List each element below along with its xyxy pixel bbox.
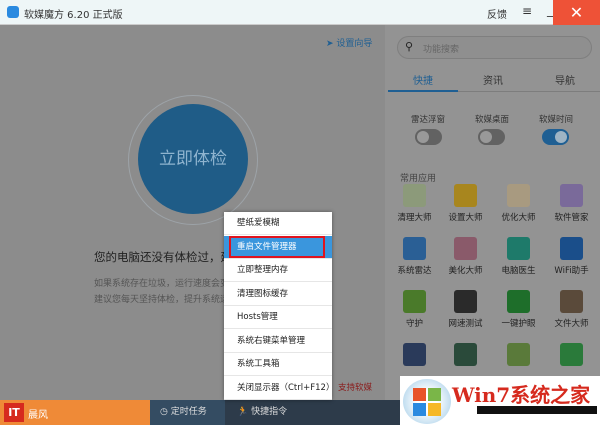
menu-item[interactable]: Hosts管理: [224, 306, 332, 329]
time-toggle[interactable]: [542, 129, 569, 145]
app-icon: [403, 237, 426, 260]
app-tile[interactable]: WiFi助手: [545, 237, 598, 276]
setup-guide-link[interactable]: ➤ 设置向导: [326, 36, 372, 49]
toggle-label: 软媒时间: [538, 115, 573, 125]
app-tile[interactable]: 美化大师: [439, 237, 492, 276]
app-tile[interactable]: 守护: [388, 290, 441, 329]
runner-icon: 🏃: [237, 407, 252, 417]
support-link[interactable]: 支持软媒: [338, 381, 372, 393]
app-label: WiFi助手: [554, 266, 589, 276]
app-tile[interactable]: 清理大师: [388, 184, 441, 223]
tab-news[interactable]: 资讯: [458, 72, 528, 87]
watermark-url-bar: [477, 406, 597, 414]
app-icon: [507, 343, 530, 366]
app-tile[interactable]: 文件大师: [545, 290, 598, 329]
app-tile[interactable]: 软件管家: [545, 184, 598, 223]
search-input[interactable]: ⚲ 功能搜索: [397, 36, 592, 59]
toggle-label: 软媒桌面: [474, 115, 509, 125]
check-now-button[interactable]: 立即体检: [138, 104, 248, 214]
quick-commands-button[interactable]: 🏃 快捷指令: [225, 400, 287, 425]
app-label: 系统雷达: [397, 266, 432, 276]
app-tile[interactable]: [492, 343, 545, 370]
highlight-box: [229, 236, 325, 258]
app-icon: [507, 184, 530, 207]
app-icon: [454, 290, 477, 313]
app-tile[interactable]: 设置大师: [439, 184, 492, 223]
app-icon: [560, 237, 583, 260]
app-tile[interactable]: 系统雷达: [388, 237, 441, 276]
app-label: 优化大师: [501, 213, 536, 223]
app-icon: [560, 290, 583, 313]
app-tile[interactable]: 一键护眼: [492, 290, 545, 329]
setup-guide-label: 设置向导: [336, 39, 373, 49]
window-title: 软媒魔方 6.20 正式版: [24, 10, 123, 21]
app-icon: [454, 343, 477, 366]
app-logo-icon: [7, 6, 19, 18]
watermark: Win7系统之家: [400, 376, 600, 425]
app-icon: [560, 343, 583, 366]
app-tile[interactable]: [388, 343, 441, 370]
desktop-toggle[interactable]: [478, 129, 505, 145]
tab-nav[interactable]: 导航: [530, 72, 600, 87]
app-tile[interactable]: [545, 343, 598, 370]
scheduled-tasks-button[interactable]: ◷ 定时任务: [150, 400, 225, 425]
app-icon: [507, 237, 530, 260]
menu-item[interactable]: 清理图标缓存: [224, 283, 332, 306]
app-label: 清理大师: [397, 213, 432, 223]
status-sub-1: 如果系统存在垃圾，运行速度会变慢: [94, 279, 239, 289]
status-message: 您的电脑还没有体检过，建: [94, 250, 232, 264]
app-icon: [454, 184, 477, 207]
feedback-button[interactable]: 反馈: [487, 6, 507, 21]
close-icon[interactable]: ✕: [553, 0, 600, 25]
app-icon: [403, 343, 426, 366]
watermark-text: Win7系统之家: [452, 383, 591, 407]
app-label: 电脑医生: [501, 266, 536, 276]
menu-item[interactable]: 立即整理内存: [224, 259, 332, 282]
app-label: 守护: [405, 319, 423, 329]
app-tile[interactable]: 网速测试: [439, 290, 492, 329]
apps-heading: 常用应用: [400, 174, 437, 184]
menu-item[interactable]: 壁纸爱模糊: [224, 212, 332, 235]
menu-item[interactable]: 系统工具箱: [224, 353, 332, 376]
app-tile[interactable]: [439, 343, 492, 370]
app-icon: [454, 237, 477, 260]
user-name: 晨风: [28, 410, 48, 421]
app-label: 一键护眼: [501, 319, 536, 329]
toggle-label: 雷达浮窗: [410, 115, 445, 125]
tab-quick[interactable]: 快捷: [388, 72, 458, 87]
hamburger-icon[interactable]: ≡: [522, 4, 532, 18]
app-icon: [507, 290, 530, 313]
active-tab-indicator: [388, 90, 458, 92]
app-tile[interactable]: 电脑医生: [492, 237, 545, 276]
app-label: 文件大师: [554, 319, 589, 329]
status-sub-2: 建议您每天坚持体检，提升系统运行: [94, 295, 239, 305]
search-icon: ⚲: [405, 40, 414, 53]
clock-icon: ◷: [160, 407, 171, 417]
menu-item[interactable]: 系统右键菜单管理: [224, 330, 332, 353]
windows-logo-icon: [403, 379, 451, 424]
app-label: 软件管家: [554, 213, 589, 223]
app-label: 设置大师: [448, 213, 483, 223]
app-icon: [560, 184, 583, 207]
app-icon: [403, 290, 426, 313]
app-label: 网速测试: [448, 319, 483, 329]
app-icon: [403, 184, 426, 207]
radar-toggle[interactable]: [415, 129, 442, 145]
menu-item[interactable]: 关闭显示器（Ctrl+F12）: [224, 377, 334, 400]
app-tile[interactable]: 优化大师: [492, 184, 545, 223]
it-logo-icon: IT: [4, 403, 24, 422]
app-label: 美化大师: [448, 266, 483, 276]
title-bar: 软媒魔方 6.20 正式版 反馈 ≡ _ ✕: [0, 0, 600, 25]
